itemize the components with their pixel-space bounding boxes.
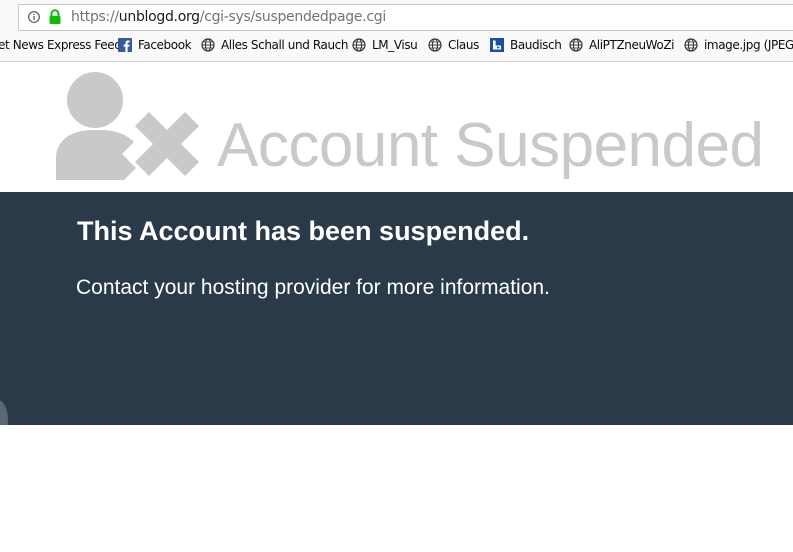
browser-chrome: https://unblogd.org/cgi-sys/suspendedpag… [0, 0, 793, 62]
facebook-icon [118, 38, 132, 52]
globe-icon [201, 38, 215, 52]
bookmark-lm-visu[interactable]: LM_Visu [352, 38, 418, 52]
info-icon[interactable] [28, 11, 40, 23]
globe-icon [569, 38, 583, 52]
globe-icon [428, 38, 442, 52]
message-panel: This Account has been suspended. Contact… [0, 192, 793, 425]
globe-icon [352, 38, 366, 52]
suspension-title: This Account has been suspended. [77, 216, 530, 246]
bookmark-claus[interactable]: Claus [428, 38, 479, 52]
url-prefix: https:// [71, 9, 119, 25]
bookmark-label: image.jpg (JPEG- [704, 38, 793, 52]
bookmark-label: Baudisch [510, 38, 562, 52]
lock-icon[interactable] [48, 9, 62, 25]
bookmark-label: Facebook [138, 38, 192, 52]
bookmark-label: LM_Visu [372, 38, 418, 52]
url-text[interactable]: https://unblogd.org/cgi-sys/suspendedpag… [71, 9, 386, 25]
user-suspended-icon [56, 72, 199, 180]
scroll-handle [0, 400, 8, 425]
bookmark-label: Alles Schall und Rauch [221, 38, 349, 52]
suspension-message: Contact your hosting provider for more i… [76, 276, 550, 299]
bookmark-baudisch[interactable]: Baudisch [490, 38, 562, 52]
bookmark-aliptz[interactable]: AliPTZneuWoZi [569, 38, 675, 52]
globe-icon [684, 38, 698, 52]
bookmarks-toolbar: et News Express Feed Facebook Alles Scha… [0, 36, 793, 58]
bookmark-facebook[interactable]: Facebook [118, 38, 192, 52]
bookmark-news-feed[interactable]: et News Express Feed [0, 38, 122, 52]
url-path: /cgi-sys/suspendedpage.cgi [199, 9, 386, 25]
bookmark-label: et News Express Feed [0, 38, 122, 52]
bookmark-image-jpg[interactable]: image.jpg (JPEG- [684, 38, 793, 52]
bookmark-alles-schall[interactable]: Alles Schall und Rauch [201, 38, 348, 52]
address-bar[interactable]: https://unblogd.org/cgi-sys/suspendedpag… [18, 4, 793, 31]
bookmark-label: Claus [448, 38, 479, 52]
baudisch-icon [490, 38, 504, 52]
url-host: unblogd.org [118, 9, 200, 25]
page-headline: Account Suspended [217, 111, 764, 180]
bookmark-label: AliPTZneuWoZi [589, 38, 675, 52]
